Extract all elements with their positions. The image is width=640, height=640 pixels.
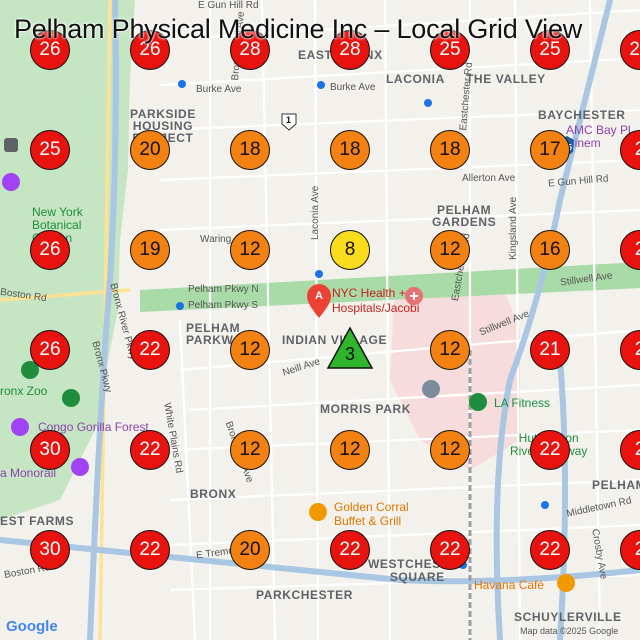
- rank-marker: 20: [130, 130, 170, 170]
- rank-marker: 18: [230, 130, 270, 170]
- cinema-icon: [11, 418, 29, 436]
- cinema-icon: [71, 458, 89, 476]
- rank-marker: 12: [430, 230, 470, 270]
- rank-marker: 22: [330, 530, 370, 570]
- rank-value: 3: [345, 344, 355, 364]
- rank-marker: 12: [330, 430, 370, 470]
- rank-marker: 12: [430, 330, 470, 370]
- rank-marker: 22: [130, 430, 170, 470]
- rank-marker: 22: [430, 530, 470, 570]
- rank-marker: 30: [30, 530, 70, 570]
- restaurant-icon: [309, 503, 327, 521]
- rank-marker: 18: [330, 130, 370, 170]
- rank-marker: 19: [130, 230, 170, 270]
- rank-marker-center: 3: [326, 326, 374, 369]
- rank-marker: 18: [430, 130, 470, 170]
- restaurant-icon: [557, 574, 575, 592]
- gym-icon: [469, 393, 487, 411]
- rank-marker: 12: [430, 430, 470, 470]
- rank-marker: 21: [530, 330, 570, 370]
- rank-marker: 12: [230, 430, 270, 470]
- hospital-icon: [405, 287, 423, 305]
- subway-icon: [541, 501, 549, 509]
- map-attribution: Map data ©2025 Google: [520, 626, 619, 636]
- subway-icon: [176, 302, 184, 310]
- page-title: Pelham Physical Medicine Inc – Local Gri…: [14, 14, 583, 44]
- info-icon: [422, 380, 440, 398]
- zoo-icon: [62, 389, 80, 407]
- subway-icon: [315, 270, 323, 278]
- rank-marker: 12: [230, 330, 270, 370]
- subway-icon: [424, 99, 432, 107]
- rank-marker: 17: [530, 130, 570, 170]
- subway-icon: [317, 81, 325, 89]
- subway-icon: [178, 80, 186, 88]
- rank-marker: 25: [30, 130, 70, 170]
- center-pin-label: A: [315, 290, 323, 302]
- google-logo: Google: [6, 618, 58, 635]
- rank-marker: 22: [530, 530, 570, 570]
- rank-marker: 26: [30, 230, 70, 270]
- rank-marker: 26: [30, 330, 70, 370]
- rank-marker: 30: [30, 430, 70, 470]
- us1-shield-label: 1: [286, 115, 292, 125]
- rank-marker: 16: [530, 230, 570, 270]
- rank-marker: 12: [230, 230, 270, 270]
- rank-marker: 22: [130, 330, 170, 370]
- transit-icon: [4, 138, 18, 152]
- rank-marker: 20: [230, 530, 270, 570]
- cinema-icon: [2, 173, 20, 191]
- rank-marker: 22: [130, 530, 170, 570]
- rank-marker: 8: [330, 230, 370, 270]
- rank-marker: 22: [530, 430, 570, 470]
